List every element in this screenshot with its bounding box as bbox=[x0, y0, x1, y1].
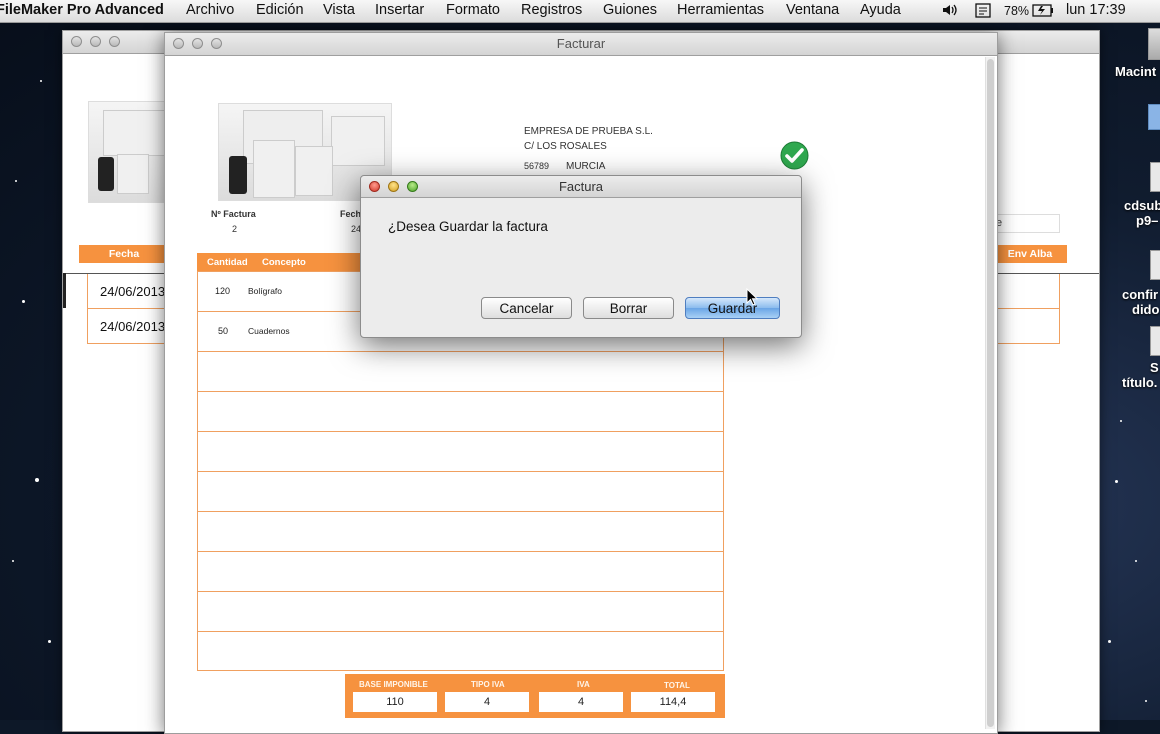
menu-vista[interactable]: Vista bbox=[323, 2, 355, 18]
company-name: EMPRESA DE PRUEBA S.L. bbox=[524, 126, 653, 137]
desktop-icon-titulo[interactable]: título. bbox=[1122, 375, 1157, 390]
menu-guiones[interactable]: Guiones bbox=[603, 2, 657, 18]
iva-field[interactable]: 4 bbox=[539, 692, 623, 712]
facturar-window: Facturar EMPRESA DE PRUEBA S.L. C/ LOS R… bbox=[164, 32, 998, 734]
menu-herramientas[interactable]: Herramientas bbox=[677, 2, 764, 18]
battery-icon[interactable] bbox=[1032, 4, 1054, 21]
app-menu[interactable]: FileMaker Pro Advanced bbox=[0, 2, 164, 18]
partial-field: e bbox=[993, 214, 1060, 233]
invoice-number: 2 bbox=[232, 224, 238, 234]
menu-insertar[interactable]: Insertar bbox=[375, 2, 424, 18]
check-icon bbox=[780, 141, 809, 175]
totals-panel: BASE IMPONIBLE TIPO IVA IVA TOTAL 110 4 … bbox=[345, 674, 725, 718]
total-field[interactable]: 114,4 bbox=[631, 692, 715, 712]
menu-registros[interactable]: Registros bbox=[521, 2, 582, 18]
mouse-cursor-icon bbox=[746, 287, 759, 311]
invoice-date-label: Fech bbox=[340, 209, 362, 219]
cancel-button[interactable]: Cancelar bbox=[481, 297, 572, 319]
delete-button[interactable]: Borrar bbox=[583, 297, 674, 319]
volume-icon[interactable] bbox=[942, 3, 958, 21]
base-imponible-field[interactable]: 110 bbox=[353, 692, 437, 712]
company-street: C/ LOS ROSALES bbox=[524, 141, 607, 152]
file-icon[interactable] bbox=[1150, 326, 1160, 356]
desktop-icon-confir[interactable]: confir bbox=[1122, 287, 1158, 302]
table-row-right[interactable] bbox=[997, 309, 1060, 344]
dialog-titlebar[interactable]: Factura bbox=[361, 176, 801, 198]
vertical-scrollbar[interactable] bbox=[985, 57, 995, 729]
dialog-title: Factura bbox=[558, 179, 604, 194]
tipo-iva-field[interactable]: 4 bbox=[445, 692, 529, 712]
folder-icon[interactable] bbox=[1148, 104, 1160, 130]
battery-percent[interactable]: 78% bbox=[1004, 4, 1029, 18]
file-icon[interactable] bbox=[1150, 162, 1160, 192]
dialog-message: ¿Desea Guardar la factura bbox=[388, 219, 548, 234]
save-invoice-dialog: Factura ¿Desea Guardar la factura Cancel… bbox=[360, 175, 802, 338]
minimize-button[interactable] bbox=[90, 36, 101, 47]
close-button[interactable] bbox=[71, 36, 82, 47]
menu-ayuda[interactable]: Ayuda bbox=[860, 2, 901, 18]
company-postal: 56789 bbox=[524, 161, 550, 171]
desktop-icon-s[interactable]: S bbox=[1150, 360, 1159, 375]
product-image bbox=[88, 101, 170, 203]
menu-ventana[interactable]: Ventana bbox=[786, 2, 839, 18]
menu-formato[interactable]: Formato bbox=[446, 2, 500, 18]
clock[interactable]: lun 17:39 bbox=[1066, 2, 1126, 18]
table-row-right[interactable] bbox=[997, 274, 1060, 309]
col-header-fecha: Fecha bbox=[79, 245, 169, 263]
menu-archivo[interactable]: Archivo bbox=[186, 2, 234, 18]
desktop-icon-dido[interactable]: dido bbox=[1132, 302, 1159, 317]
hard-drive-icon[interactable] bbox=[1148, 28, 1160, 60]
desktop-icon-macintosh[interactable]: Macint bbox=[1115, 64, 1156, 79]
desktop-icon-p9[interactable]: p9– bbox=[1136, 213, 1158, 228]
menu-edicion[interactable]: Edición bbox=[256, 2, 304, 18]
desktop-icon-cdsub[interactable]: cdsub bbox=[1124, 198, 1160, 213]
col-header-env-alba: Env Alba bbox=[993, 245, 1067, 263]
save-button[interactable]: Guardar bbox=[685, 297, 780, 319]
menu-bar: FileMaker Pro Advanced Archivo Edición V… bbox=[0, 0, 1160, 23]
zoom-button[interactable] bbox=[109, 36, 120, 47]
window-title: Facturar bbox=[556, 36, 606, 51]
facturar-titlebar[interactable]: Facturar bbox=[165, 33, 997, 56]
invoice-number-label: Nº Factura bbox=[211, 209, 256, 219]
company-city: MURCIA bbox=[566, 161, 606, 172]
file-icon[interactable] bbox=[1150, 250, 1160, 280]
input-menu-icon[interactable] bbox=[975, 3, 991, 22]
scroll-thumb[interactable] bbox=[987, 59, 994, 727]
